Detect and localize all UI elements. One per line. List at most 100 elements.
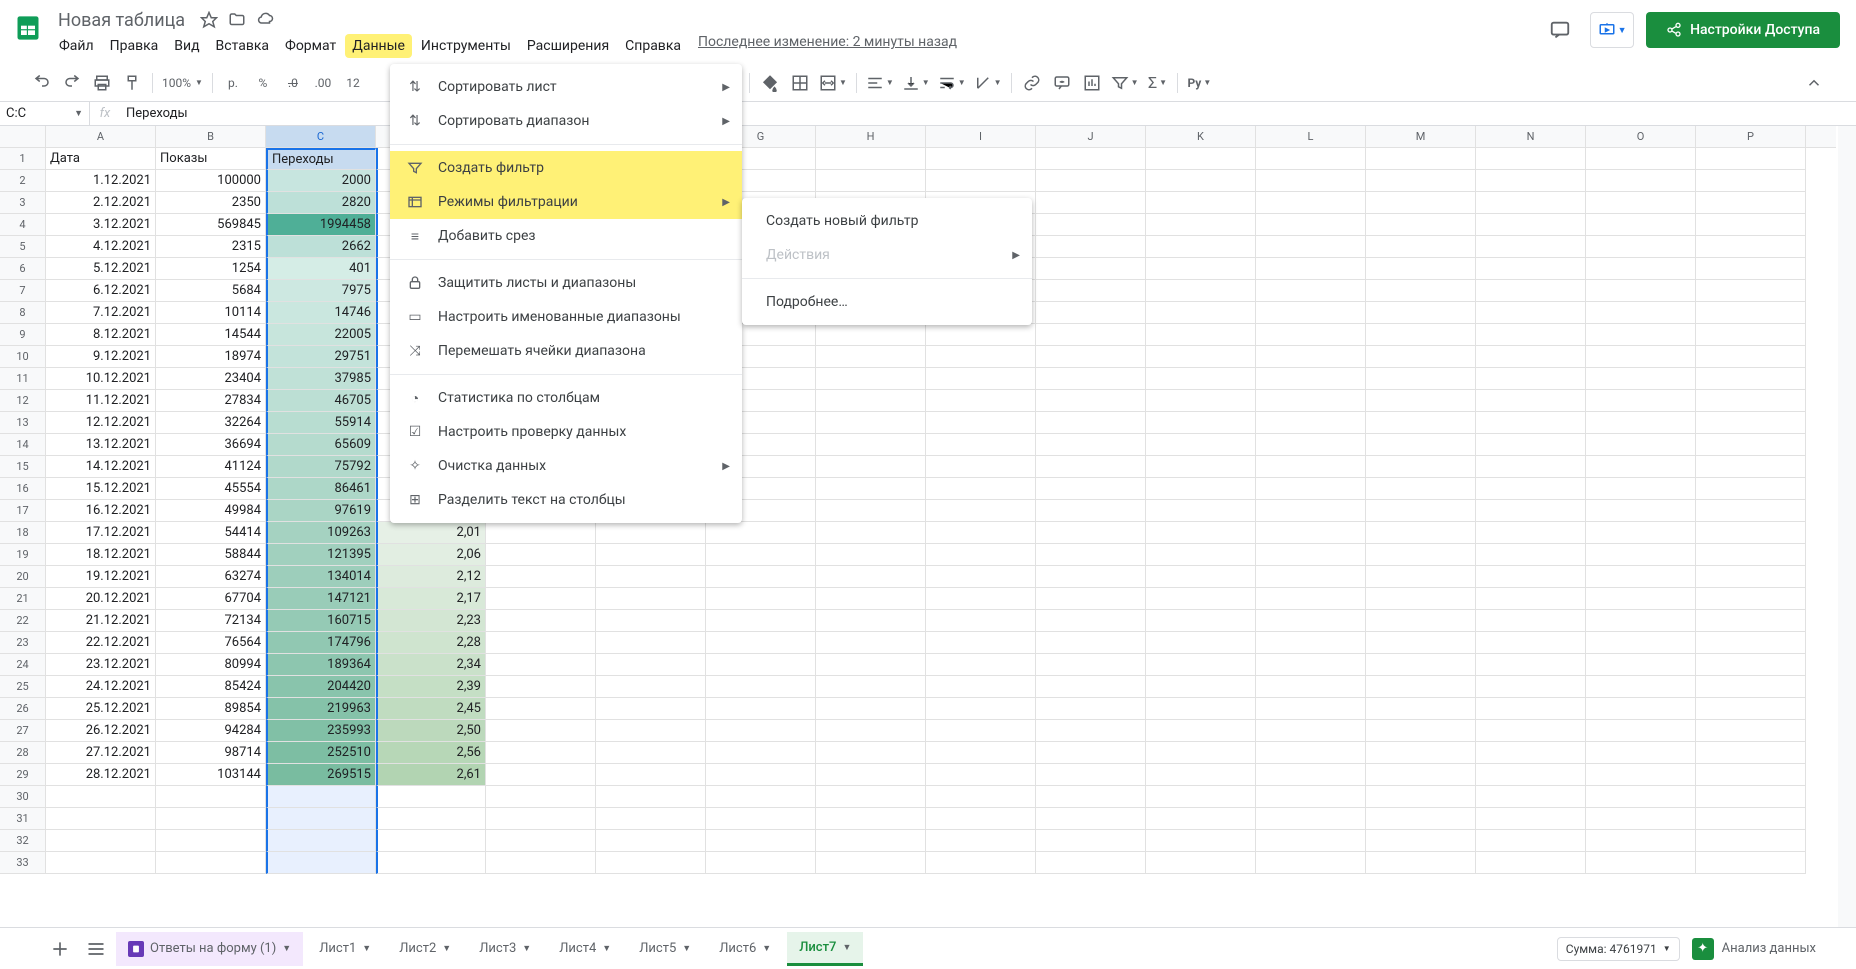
cell[interactable]: 1.12.2021 <box>46 170 156 192</box>
cell[interactable] <box>1146 654 1256 676</box>
row-header[interactable]: 9 <box>0 324 46 346</box>
cell[interactable] <box>596 764 706 786</box>
cell[interactable]: 11.12.2021 <box>46 390 156 412</box>
cell[interactable] <box>926 346 1036 368</box>
cell[interactable]: 24.12.2021 <box>46 676 156 698</box>
cell[interactable] <box>596 654 706 676</box>
cell[interactable] <box>706 676 816 698</box>
cell[interactable] <box>1146 214 1256 236</box>
cell[interactable]: 36694 <box>156 434 266 456</box>
cell[interactable] <box>596 808 706 830</box>
cell[interactable] <box>1036 852 1146 874</box>
col-header-H[interactable]: H <box>816 126 926 147</box>
cell[interactable] <box>1366 390 1476 412</box>
cell[interactable] <box>816 830 926 852</box>
cell[interactable] <box>1476 698 1586 720</box>
cell[interactable] <box>1476 566 1586 588</box>
cell[interactable] <box>596 698 706 720</box>
cell[interactable]: 2,39 <box>376 676 486 698</box>
cell[interactable] <box>1146 588 1256 610</box>
increase-decimal-button[interactable]: .00 <box>309 69 337 97</box>
sheet-tab[interactable]: Лист5▼ <box>627 932 703 966</box>
cell[interactable] <box>1586 214 1696 236</box>
cell[interactable] <box>926 654 1036 676</box>
row-header[interactable]: 8 <box>0 302 46 324</box>
cell[interactable]: 37985 <box>266 368 376 390</box>
cell[interactable] <box>1366 280 1476 302</box>
cell[interactable] <box>1366 412 1476 434</box>
cell[interactable] <box>1146 500 1256 522</box>
cell[interactable]: 14746 <box>266 302 376 324</box>
cell[interactable]: Показы <box>156 148 266 170</box>
cell[interactable]: 7.12.2021 <box>46 302 156 324</box>
cell[interactable] <box>1586 544 1696 566</box>
zoom-select[interactable]: 100% ▼ <box>159 69 206 97</box>
cell[interactable] <box>1366 368 1476 390</box>
cell[interactable]: 20.12.2021 <box>46 588 156 610</box>
col-header-M[interactable]: M <box>1366 126 1476 147</box>
cell[interactable] <box>1586 808 1696 830</box>
cell[interactable]: 2315 <box>156 236 266 258</box>
cell[interactable]: 97619 <box>266 500 376 522</box>
row-header[interactable]: 22 <box>0 610 46 632</box>
cell[interactable] <box>926 566 1036 588</box>
cell[interactable] <box>486 742 596 764</box>
row-header[interactable]: 17 <box>0 500 46 522</box>
cell[interactable] <box>1696 632 1806 654</box>
cell[interactable] <box>486 566 596 588</box>
cell[interactable] <box>816 148 926 170</box>
cell[interactable] <box>1586 588 1696 610</box>
cell[interactable] <box>1586 610 1696 632</box>
cell[interactable]: 2,45 <box>376 698 486 720</box>
cell[interactable] <box>1476 258 1586 280</box>
cell[interactable] <box>1586 522 1696 544</box>
cell[interactable] <box>1036 610 1146 632</box>
cell[interactable] <box>1146 368 1256 390</box>
cell[interactable] <box>376 808 486 830</box>
cell[interactable] <box>486 676 596 698</box>
cell[interactable] <box>596 522 706 544</box>
cell[interactable] <box>816 720 926 742</box>
cell[interactable] <box>706 830 816 852</box>
cell[interactable]: 2,17 <box>376 588 486 610</box>
cell[interactable] <box>486 588 596 610</box>
cell[interactable] <box>1256 170 1366 192</box>
row-header[interactable]: 4 <box>0 214 46 236</box>
currency-button[interactable]: р. <box>219 69 247 97</box>
cell[interactable]: 76564 <box>156 632 266 654</box>
cell[interactable] <box>1476 720 1586 742</box>
cell[interactable] <box>1256 412 1366 434</box>
filter-button[interactable]: ▼ <box>1108 69 1142 97</box>
cell[interactable] <box>1476 544 1586 566</box>
cell[interactable] <box>816 698 926 720</box>
cell[interactable] <box>1256 346 1366 368</box>
cell[interactable] <box>1586 412 1696 434</box>
cell[interactable]: 80994 <box>156 654 266 676</box>
cell[interactable] <box>926 500 1036 522</box>
cell[interactable]: 85424 <box>156 676 266 698</box>
cell[interactable] <box>1036 808 1146 830</box>
cell[interactable] <box>1036 544 1146 566</box>
row-header[interactable]: 27 <box>0 720 46 742</box>
cell[interactable]: 22.12.2021 <box>46 632 156 654</box>
menu-инструменты[interactable]: Инструменты <box>414 34 518 58</box>
cell[interactable] <box>1696 346 1806 368</box>
cell[interactable] <box>1256 742 1366 764</box>
cell[interactable] <box>376 852 486 874</box>
cell[interactable] <box>1256 588 1366 610</box>
menu-вставка[interactable]: Вставка <box>209 34 276 58</box>
cell[interactable] <box>46 830 156 852</box>
cell[interactable] <box>926 588 1036 610</box>
cell[interactable] <box>1146 148 1256 170</box>
cell[interactable] <box>926 676 1036 698</box>
row-header[interactable]: 20 <box>0 566 46 588</box>
cell[interactable] <box>1476 148 1586 170</box>
cell[interactable] <box>1366 742 1476 764</box>
cell[interactable]: 27834 <box>156 390 266 412</box>
cell[interactable]: 94284 <box>156 720 266 742</box>
cell[interactable]: 16.12.2021 <box>46 500 156 522</box>
cell[interactable]: 252510 <box>266 742 376 764</box>
cell[interactable] <box>1696 390 1806 412</box>
row-header[interactable]: 6 <box>0 258 46 280</box>
cell[interactable] <box>1256 852 1366 874</box>
